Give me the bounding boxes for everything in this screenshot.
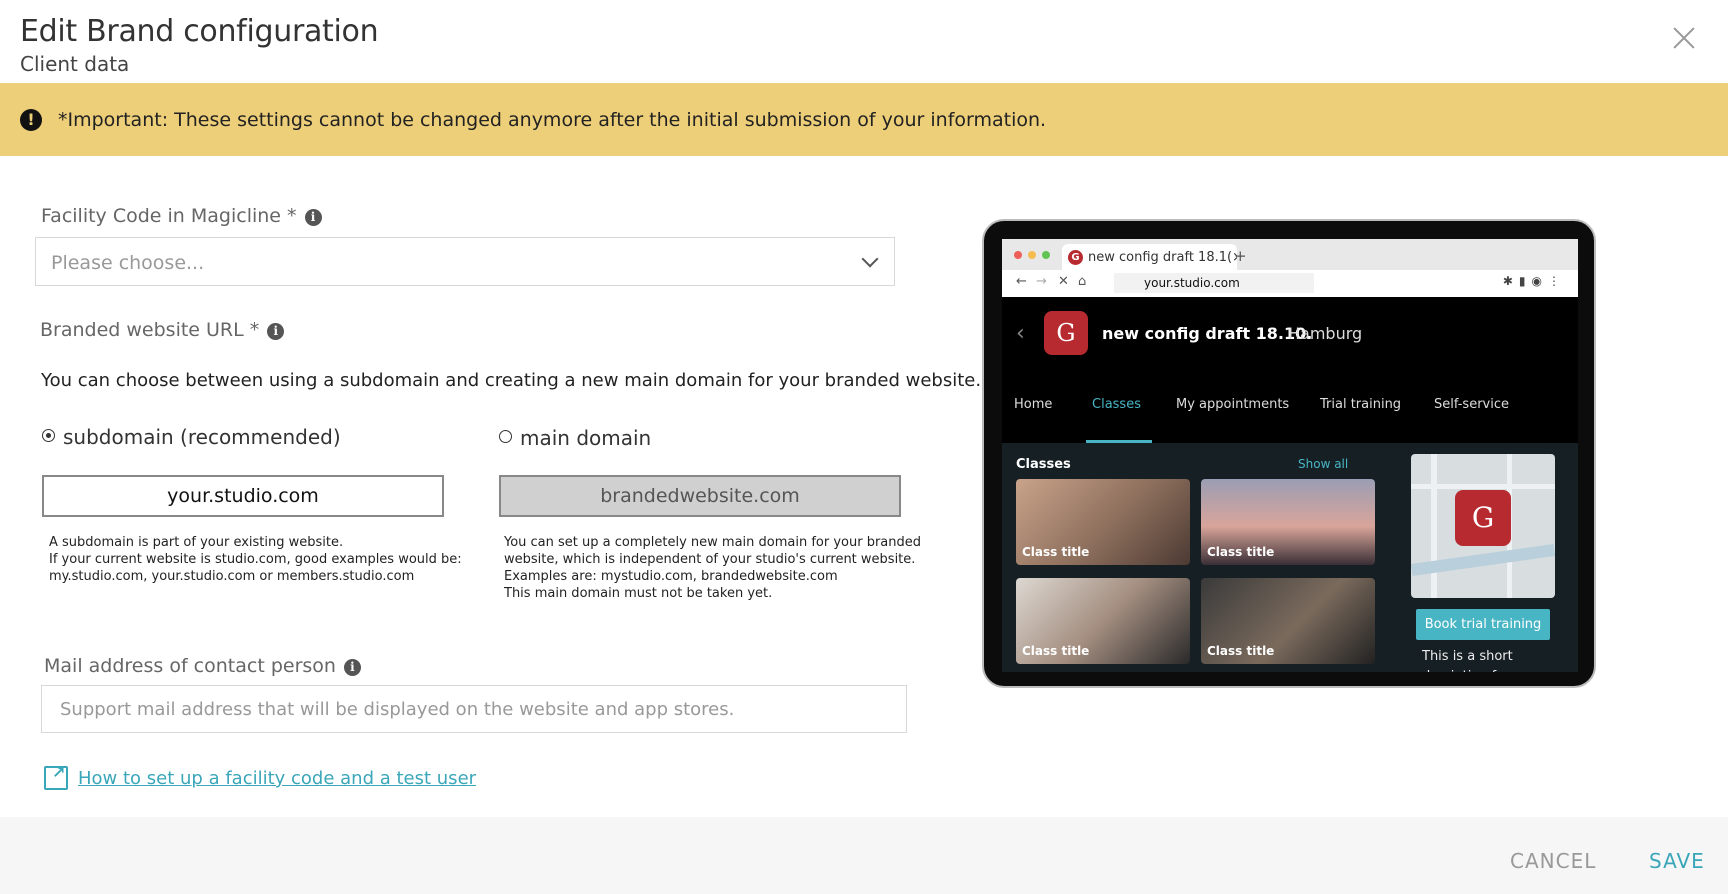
classes-section-title: Classes xyxy=(1016,457,1071,472)
class-card: Class title xyxy=(1201,479,1375,565)
facility-code-placeholder: Please choose... xyxy=(51,252,205,274)
site-city: Hamburg xyxy=(1288,324,1363,343)
main-domain-radio[interactable] xyxy=(499,430,512,443)
map-road xyxy=(1411,484,1555,489)
modal-header: Edit Brand configuration Client data xyxy=(0,0,1728,83)
class-card-title: Class title xyxy=(1022,545,1090,559)
book-trial-training-button: Book trial training xyxy=(1416,609,1550,640)
subdomain-radio[interactable] xyxy=(42,429,55,442)
cancel-button[interactable]: CANCEL xyxy=(1510,849,1596,873)
stop-icon: ✕ xyxy=(1058,274,1069,289)
site-nav-home: Home xyxy=(1014,397,1053,412)
subdomain-radio-option[interactable]: subdomain (recommended) xyxy=(42,425,341,449)
main-domain-note-line: You can set up a completely new main dom… xyxy=(504,535,922,550)
site-nav-my-appointments: My appointments xyxy=(1176,397,1290,412)
back-arrow-icon: ← xyxy=(1016,274,1027,289)
class-card: Class title xyxy=(1201,578,1375,664)
address-row: ← → ✕ ⌂ your.studio.com ✱▮◉⋮ xyxy=(1002,270,1578,297)
edit-brand-configuration-modal: Edit Brand configuration Client data ! *… xyxy=(0,0,1728,894)
site-nav-trial-training: Trial training xyxy=(1320,397,1402,412)
map-studio-logo: G xyxy=(1455,490,1511,546)
new-tab-icon: + xyxy=(1234,247,1247,265)
help-link-text[interactable]: How to set up a facility code and a test… xyxy=(78,768,476,789)
studio-short-description: This is a short decription for your xyxy=(1422,649,1543,672)
mail-address-input[interactable] xyxy=(42,686,906,732)
site-logo: G xyxy=(1044,311,1088,355)
main-domain-example: brandedwebsite.com xyxy=(499,475,901,517)
main-domain-note: You can set up a completely new main dom… xyxy=(504,534,921,602)
chevron-left-icon: ‹ xyxy=(1016,321,1025,346)
exclamation-icon: ! xyxy=(20,109,42,131)
modal-title: Edit Brand configuration xyxy=(20,14,379,49)
show-all-link: Show all xyxy=(1298,457,1349,471)
banner-text: *Important: These settings cannot be cha… xyxy=(58,109,1047,131)
browser-maximize-dot xyxy=(1042,251,1050,259)
subdomain-note-line: A subdomain is part of your existing web… xyxy=(49,535,344,550)
browser-extension-icons: ✱▮◉⋮ xyxy=(1502,274,1566,288)
subdomain-example: your.studio.com xyxy=(42,475,444,517)
subdomain-radio-label: subdomain (recommended) xyxy=(63,425,341,449)
class-card: Class title xyxy=(1016,578,1190,664)
save-button[interactable]: SAVE xyxy=(1649,849,1705,873)
tablet-screen: G new config draft 18.1(× + ← → ✕ ⌂ your… xyxy=(1002,239,1578,672)
subdomain-note: A subdomain is part of your existing web… xyxy=(49,534,462,585)
subdomain-note-line: my.studio.com, your.studio.com or member… xyxy=(49,569,415,584)
map-road xyxy=(1431,454,1437,598)
home-icon: ⌂ xyxy=(1078,274,1087,289)
external-link-icon xyxy=(44,763,68,790)
site-name: new config draft 18.10. xyxy=(1102,324,1313,343)
branded-url-label: Branded website URL * i xyxy=(40,319,285,341)
info-icon[interactable]: i xyxy=(304,209,322,226)
mail-address-label-text: Mail address of contact person xyxy=(44,655,336,677)
browser-tab: G new config draft 18.1(× xyxy=(1062,244,1237,270)
forward-arrow-icon: → xyxy=(1036,274,1047,289)
important-banner: ! *Important: These settings cannot be c… xyxy=(0,83,1728,156)
modal-footer: CANCEL SAVE xyxy=(0,817,1728,894)
info-icon[interactable]: i xyxy=(267,323,285,340)
site-header: ‹ G new config draft 18.10. Hamburg Home… xyxy=(1002,297,1578,443)
main-domain-note-line: website, which is independent of your st… xyxy=(504,552,916,567)
facility-code-label: Facility Code in Magicline * i xyxy=(41,205,322,227)
site-nav-self-service: Self-service xyxy=(1434,397,1509,412)
tab-favicon: G xyxy=(1068,250,1083,265)
main-domain-radio-label: main domain xyxy=(520,426,652,450)
class-card-title: Class title xyxy=(1207,644,1275,658)
browser-chrome: G new config draft 18.1(× + ← → ✕ ⌂ your… xyxy=(1002,239,1578,297)
close-icon[interactable] xyxy=(1668,22,1700,54)
branded-url-label-text: Branded website URL * xyxy=(40,319,260,341)
class-card-title: Class title xyxy=(1207,545,1275,559)
main-domain-note-line: Examples are: mystudio.com, brandedwebsi… xyxy=(504,569,838,584)
mail-address-field[interactable] xyxy=(41,685,907,733)
facility-code-label-text: Facility Code in Magicline * xyxy=(41,205,297,227)
tablet-preview: G new config draft 18.1(× + ← → ✕ ⌂ your… xyxy=(982,219,1596,688)
browser-close-dot xyxy=(1014,251,1022,259)
main-domain-note-line: This main domain must not be taken yet. xyxy=(504,586,773,601)
subdomain-note-line: If your current website is studio.com, g… xyxy=(49,552,462,567)
info-icon[interactable]: i xyxy=(343,659,361,676)
main-domain-radio-option[interactable]: main domain xyxy=(499,426,651,450)
mail-address-label: Mail address of contact person i xyxy=(44,655,361,677)
class-card-title: Class title xyxy=(1022,644,1090,658)
chevron-down-icon xyxy=(861,250,879,268)
browser-minimize-dot xyxy=(1028,251,1036,259)
studio-map-card: G xyxy=(1411,454,1555,598)
site-nav-classes: Classes xyxy=(1092,397,1141,412)
address-bar: your.studio.com xyxy=(1114,273,1314,293)
modal-subtitle: Client data xyxy=(20,52,130,76)
class-card: Class title xyxy=(1016,479,1190,565)
facility-code-help-link[interactable]: How to set up a facility code and a test… xyxy=(44,763,476,790)
facility-code-select[interactable]: Please choose... xyxy=(35,237,895,286)
browser-tab-title: new config draft 18.1(× xyxy=(1088,250,1237,265)
branded-url-description: You can choose between using a subdomain… xyxy=(41,370,982,391)
